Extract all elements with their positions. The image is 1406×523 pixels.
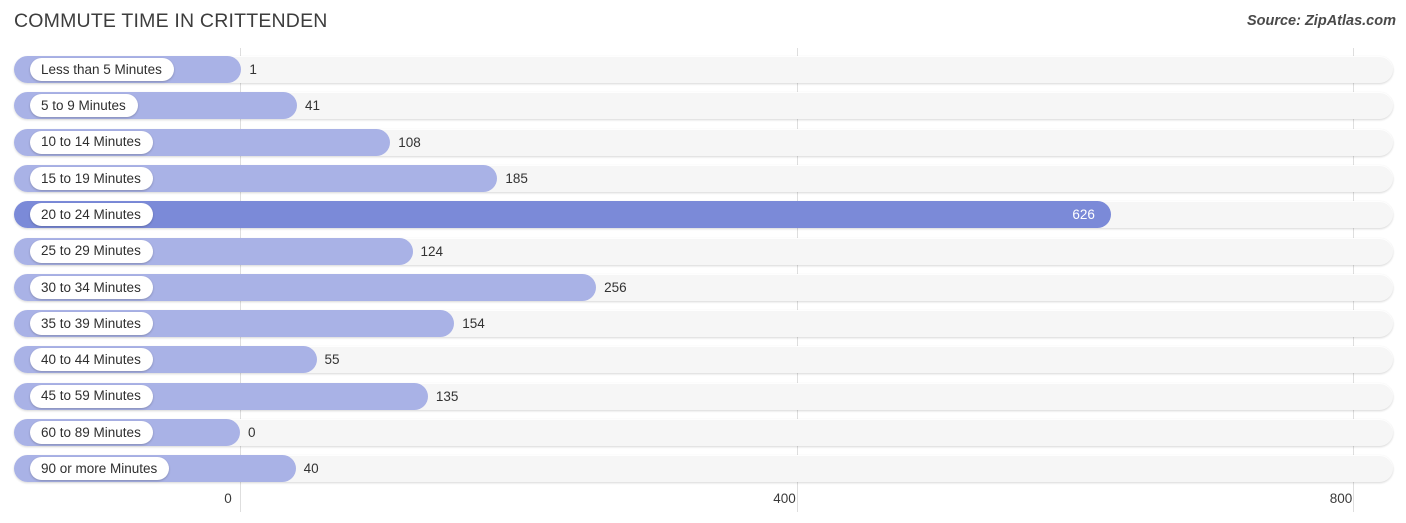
bar-row[interactable]: 40 to 44 Minutes 55 [14,346,1393,374]
bar-value-label: 0 [248,425,256,440]
bar-category-text: 35 to 39 Minutes [41,315,141,331]
bar-category-label: 30 to 34 Minutes [30,275,153,299]
bar-value-label: 154 [462,316,485,332]
axis-tick-mark [796,485,798,512]
bar-value-label: 256 [604,279,627,295]
bar-value-label: 626 [1072,207,1095,223]
bar-row[interactable]: 90 or more Minutes 40 [14,455,1393,483]
bar-category-text: 5 to 9 Minutes [41,98,126,114]
source-attribution: Source: ZipAtlas.com [1246,13,1396,29]
bar-row[interactable]: 15 to 19 Minutes 185 [14,164,1393,192]
bar-row[interactable]: 5 to 9 Minutes 41 [14,92,1393,120]
bar-category-text: 20 to 24 Minutes [41,206,141,222]
axis-tick-label: 800 [1329,491,1353,506]
bar-category-label: 20 to 24 Minutes [30,203,153,227]
bar-category-text: 25 to 29 Minutes [41,243,141,259]
axis-tick-label: 400 [773,491,796,506]
bar-category-label: 25 to 29 Minutes [30,239,153,263]
bar-category-text: 40 to 44 Minutes [41,352,141,368]
bar-row[interactable]: 35 to 39 Minutes 154 [14,310,1393,338]
bar-category-label: 45 to 59 Minutes [30,384,153,408]
bar-category-label: Less than 5 Minutes [30,58,174,81]
bar-value-label: 185 [505,170,528,186]
bar-row[interactable]: 20 to 24 Minutes 626 [14,201,1393,229]
bar-category-text: 15 to 19 Minutes [41,170,141,186]
bar-row[interactable]: Less than 5 Minutes 1 [14,56,1393,83]
bar-category-label: 35 to 39 Minutes [30,312,153,336]
bar-category-label: 60 to 89 Minutes [30,421,153,444]
bar-row[interactable]: 10 to 14 Minutes 108 [14,128,1393,156]
bar-category-label: 10 to 14 Minutes [30,130,153,154]
axis-tick-label: 0 [224,491,232,506]
page-title: COMMUTE TIME IN CRITTENDEN [14,10,328,32]
bar-category-text: 10 to 14 Minutes [41,134,141,150]
x-axis: 0 400 800 [0,485,1406,523]
chart-header: COMMUTE TIME IN CRITTENDEN Source: ZipAt… [0,0,1406,44]
bar-value-label: 108 [398,134,421,150]
axis-tick-mark [1353,485,1354,512]
bar-value-label: 135 [435,388,459,404]
axis-tick-mark [240,485,241,512]
bar-category-label: 90 or more Minutes [30,457,170,481]
bar-row[interactable]: 25 to 29 Minutes 124 [14,237,1393,265]
bar-value-label: 1 [249,62,257,77]
bar-category-label: 40 to 44 Minutes [30,348,153,372]
bar-value-label: 41 [305,98,321,114]
bar-category-label: 15 to 19 Minutes [30,166,153,190]
bar-category-text: 60 to 89 Minutes [41,424,141,440]
bar-category-text: 90 or more Minutes [41,461,158,477]
bar-value-label: 40 [303,461,319,477]
bar-row[interactable]: 45 to 59 Minutes 135 [14,382,1393,410]
bar-value-label: 124 [420,243,444,259]
bar-value-label: 55 [324,352,340,368]
chart-plot-area: Less than 5 Minutes 1 5 to 9 Minutes 41 10 t… [0,48,1406,485]
bar-rows: Less than 5 Minutes 1 5 to 9 Minutes 41 10 t… [0,48,1406,485]
bar-category-text: 30 to 34 Minutes [41,279,141,295]
bar-category-label: 5 to 9 Minutes [30,94,138,118]
bar-category-text: 45 to 59 Minutes [41,388,141,404]
bar-category-text: Less than 5 Minutes [41,61,162,77]
bar[interactable] [14,201,1111,229]
bar-row[interactable]: 30 to 34 Minutes 256 [14,273,1393,301]
bar-row[interactable]: 60 to 89 Minutes 0 [14,419,1393,446]
